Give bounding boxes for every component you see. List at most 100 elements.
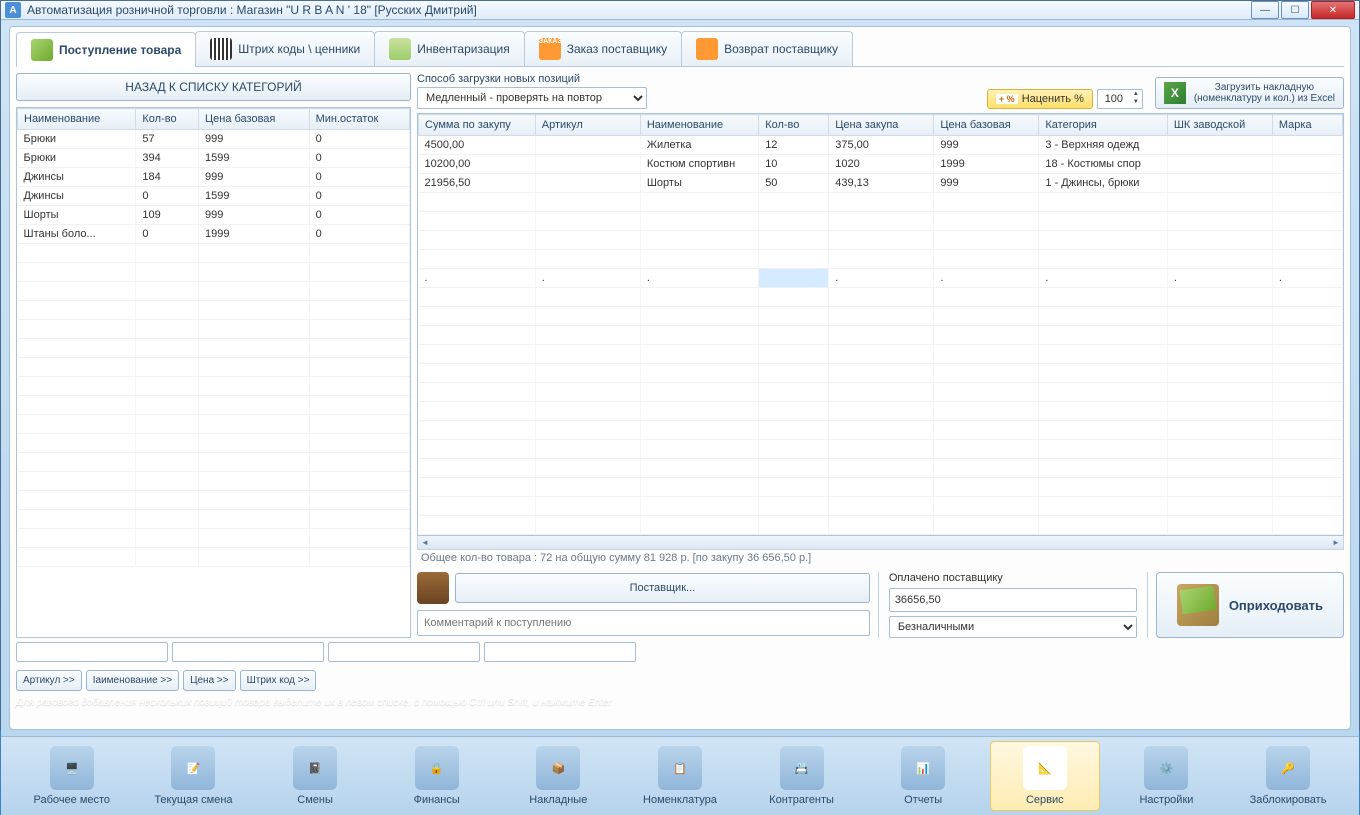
table-row: .... <box>18 491 410 510</box>
nav-Настройки[interactable]: ⚙️Настройки <box>1111 742 1221 810</box>
col-header[interactable]: ШК заводской <box>1167 115 1272 136</box>
table-row: .... <box>18 548 410 567</box>
table-row[interactable]: Штаны боло...019990 <box>18 225 410 244</box>
table-row[interactable]: Брюки39415990 <box>18 149 410 168</box>
table-row[interactable]: ......... <box>419 231 1343 250</box>
table-row[interactable]: Брюки579990 <box>18 130 410 149</box>
table-row[interactable]: 4500,00Жилетка12375,009993 - Верхняя оде… <box>419 136 1343 155</box>
nav-icon: 📊 <box>901 746 945 790</box>
horizontal-scrollbar[interactable]: ◄► <box>417 536 1344 550</box>
col-header[interactable]: Марка <box>1272 115 1342 136</box>
table-row: .... <box>18 453 410 472</box>
scroll-left[interactable]: ◄ <box>418 538 432 547</box>
filter-box-4[interactable] <box>484 642 636 662</box>
table-row: .... <box>18 472 410 491</box>
table-row[interactable]: ......... <box>419 402 1343 421</box>
col-header[interactable]: Наименование <box>18 109 136 130</box>
price-button[interactable]: Цена >> <box>183 670 236 691</box>
table-row[interactable]: ......... <box>419 478 1343 497</box>
table-row[interactable]: ......... <box>419 307 1343 326</box>
table-row: .... <box>18 282 410 301</box>
col-header[interactable]: Цена базовая <box>934 115 1039 136</box>
nav-label: Смены <box>297 794 333 806</box>
tab-label: Заказ поставщику <box>567 42 667 56</box>
nav-icon: ⚙️ <box>1144 746 1188 790</box>
incoming-grid[interactable]: Сумма по закупуАртикулНаименованиеКол-во… <box>417 113 1344 536</box>
nav-Рабочее место[interactable]: 🖥️Рабочее место <box>17 742 127 810</box>
filter-box-1[interactable] <box>16 642 168 662</box>
load-invoice-line1: Загрузить накладную <box>1194 82 1335 93</box>
nav-Отчеты[interactable]: 📊Отчеты <box>868 742 978 810</box>
nav-Сервис[interactable]: 📐Сервис <box>990 741 1100 811</box>
col-header[interactable]: Кол-во <box>136 109 199 130</box>
nav-Финансы[interactable]: 🔒Финансы <box>382 742 492 810</box>
load-invoice-button[interactable]: X Загрузить накладную(номенклатуру и кол… <box>1155 77 1344 109</box>
tab-label: Поступление товара <box>59 43 181 57</box>
table-row[interactable]: 21956,50Шорты50439,139991 - Джинсы, брюк… <box>419 174 1343 193</box>
table-row[interactable]: ......... <box>419 383 1343 402</box>
nav-Номенклатура[interactable]: 📋Номенклатура <box>625 742 735 810</box>
tab-barcodes[interactable]: Штрих коды \ ценники <box>195 31 375 66</box>
col-header[interactable]: Сумма по закупу <box>419 115 536 136</box>
table-row[interactable]: ......... <box>419 212 1343 231</box>
table-row[interactable]: 10200,00Костюм спортивн101020199918 - Ко… <box>419 155 1343 174</box>
stock-grid[interactable]: НаименованиеКол-воЦена базоваяМин.остато… <box>16 107 411 638</box>
markup-button[interactable]: + %Наценить % <box>987 89 1093 109</box>
nav-Смены[interactable]: 📓 Смены <box>260 742 370 810</box>
payment-method-select[interactable]: Безналичными <box>889 616 1137 638</box>
nav-Заблокировать[interactable]: 🔑Заблокировать <box>1233 742 1343 810</box>
post-incoming-button[interactable]: Оприходовать <box>1156 572 1344 638</box>
table-row[interactable]: ......... <box>419 193 1343 212</box>
nav-Текущая смена[interactable]: 📝Текущая смена <box>138 742 248 810</box>
col-header[interactable]: Кол-во <box>759 115 829 136</box>
paid-input[interactable] <box>889 588 1137 612</box>
table-row[interactable]: ... ..... <box>419 269 1343 288</box>
table-row[interactable]: ......... <box>419 345 1343 364</box>
tab-return[interactable]: Возврат поставщику <box>681 31 853 66</box>
table-row[interactable]: ......... <box>419 497 1343 516</box>
nav-icon: 📓 <box>293 746 337 790</box>
col-header[interactable]: Категория <box>1039 115 1167 136</box>
table-row[interactable]: Шорты1099990 <box>18 206 410 225</box>
col-header[interactable]: Мин.остаток <box>309 109 409 130</box>
barcode-icon <box>210 38 232 60</box>
markup-spinner[interactable]: ▲▼ <box>1097 89 1143 109</box>
col-header[interactable]: Наименование <box>640 115 758 136</box>
supplier-button[interactable]: Поставщик... <box>455 573 870 603</box>
table-row[interactable]: ......... <box>419 364 1343 383</box>
tab-label: Штрих коды \ ценники <box>238 42 360 56</box>
load-mode-select[interactable]: Медленный - проверять на повтор <box>417 87 647 109</box>
col-header[interactable]: Цена закупа <box>829 115 934 136</box>
tab-inventory[interactable]: Инвентаризация <box>374 31 524 66</box>
col-header[interactable]: Артикул <box>535 115 640 136</box>
spin-up[interactable]: ▲ <box>1130 90 1142 98</box>
table-row[interactable]: ......... <box>419 516 1343 535</box>
table-row[interactable]: ......... <box>419 288 1343 307</box>
scroll-right[interactable]: ► <box>1329 538 1343 547</box>
table-row[interactable]: ......... <box>419 250 1343 269</box>
table-row[interactable]: ......... <box>419 459 1343 478</box>
back-to-categories-button[interactable]: НАЗАД К СПИСКУ КАТЕГОРИЙ <box>16 73 411 101</box>
close-button[interactable]: ✕ <box>1311 1 1355 19</box>
table-row[interactable]: ......... <box>419 326 1343 345</box>
nav-Накладные[interactable]: 📦Накладные <box>503 742 613 810</box>
table-row[interactable]: Джинсы015990 <box>18 187 410 206</box>
barcode-button[interactable]: Штрих код >> <box>240 670 317 691</box>
spin-down[interactable]: ▼ <box>1130 98 1142 106</box>
filter-box-2[interactable] <box>172 642 324 662</box>
table-row[interactable]: ......... <box>419 440 1343 459</box>
table-row: .... <box>18 301 410 320</box>
article-button[interactable]: Артикул >> <box>16 670 82 691</box>
tab-incoming[interactable]: Поступление товара <box>16 32 196 67</box>
comment-input[interactable] <box>417 610 870 636</box>
name-button[interactable]: Іаименование >> <box>86 670 179 691</box>
table-row[interactable]: Джинсы1849990 <box>18 168 410 187</box>
minimize-button[interactable]: — <box>1251 1 1279 19</box>
table-row[interactable]: ......... <box>419 421 1343 440</box>
maximize-button[interactable]: ☐ <box>1281 1 1309 19</box>
nav-Контрагенты[interactable]: 📇Контрагенты <box>747 742 857 810</box>
tab-order[interactable]: ЗАКАЗЗаказ поставщику <box>524 31 682 66</box>
markup-value[interactable] <box>1098 90 1130 108</box>
col-header[interactable]: Цена базовая <box>198 109 309 130</box>
filter-box-3[interactable] <box>328 642 480 662</box>
